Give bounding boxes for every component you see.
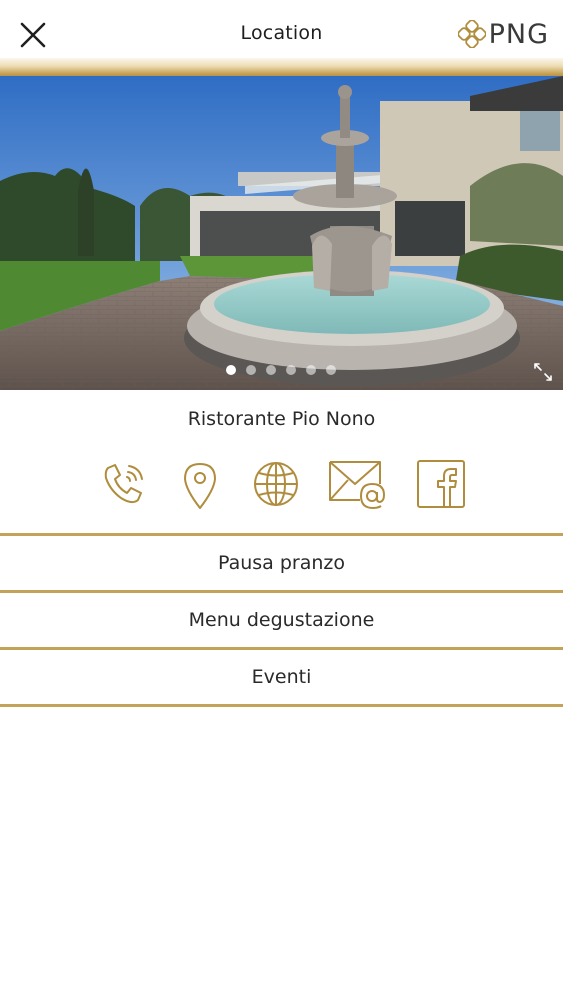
logo-text: PNG <box>488 18 549 50</box>
website-button[interactable] <box>246 455 306 513</box>
quatrefoil-logo-icon <box>457 20 486 48</box>
facebook-button[interactable] <box>410 455 470 513</box>
gallery-dot[interactable] <box>306 365 316 375</box>
map-button[interactable] <box>170 455 230 513</box>
app-header: Location PNG <box>0 0 563 62</box>
contact-actions <box>0 455 563 515</box>
gallery-pagination <box>0 365 563 377</box>
globe-icon <box>254 462 298 506</box>
gallery-dot[interactable] <box>226 365 236 375</box>
menu-item-pausa-pranzo[interactable]: Pausa pranzo <box>0 536 563 590</box>
menu-item-eventi[interactable]: Eventi <box>0 650 563 704</box>
header-divider <box>0 58 563 76</box>
venue-name: Ristorante Pio Nono <box>187 408 376 430</box>
menu-item-menu-degustazione[interactable]: Menu degustazione <box>0 593 563 647</box>
photo-gallery[interactable] <box>0 76 563 390</box>
gallery-dot[interactable] <box>246 365 256 375</box>
divider <box>0 704 563 707</box>
facebook-icon <box>417 460 465 508</box>
map-pin-icon <box>184 463 216 509</box>
expand-icon <box>534 363 552 381</box>
brand-logo: PNG <box>457 16 549 52</box>
email-button[interactable] <box>326 455 388 513</box>
email-icon <box>329 461 385 509</box>
fullscreen-button[interactable] <box>531 360 555 384</box>
gallery-dot[interactable] <box>326 365 336 375</box>
call-button[interactable] <box>94 455 154 513</box>
gallery-dot[interactable] <box>266 365 276 375</box>
restaurant-courtyard-fountain-photo <box>0 76 563 390</box>
gallery-dot[interactable] <box>286 365 296 375</box>
menu-list: Pausa pranzo Menu degustazione Eventi <box>0 533 563 707</box>
phone-icon <box>104 464 143 504</box>
